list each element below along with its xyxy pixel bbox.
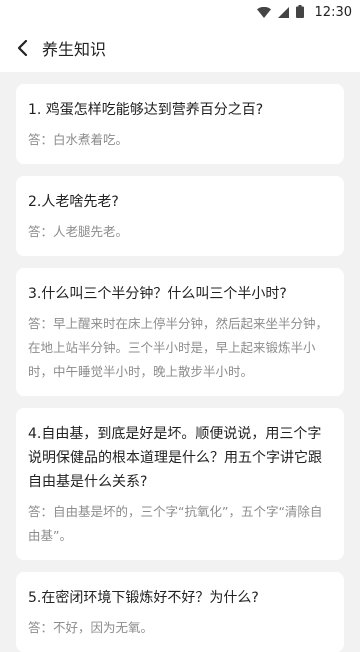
answer-text: 答：人老腿先老。 <box>28 224 129 239</box>
answer-text: 答：早上醒来时在床上停半分钟，然后起来坐半分钟，在地上站半分钟。三个半小时是，早… <box>28 316 329 379</box>
app-bar: 养生知识 <box>0 24 360 72</box>
answer-text: 答：不好，因为无氧。 <box>28 620 154 635</box>
answer-text: 答：自由基是坏的，三个字“抗氧化”，五个字“清除自由基”。 <box>28 504 323 543</box>
question-text: 4.自由基，到底是好是坏。顺便说说，用三个字说明保健品的根本道理是什么？用五个字… <box>28 426 322 490</box>
question-text: 5.在密闭环境下锻炼好不好？为什么? <box>28 590 259 606</box>
wifi-icon <box>256 3 271 22</box>
qa-list: 1. 鸡蛋怎样吃能够达到营养百分之百? 答：白水煮着吃。 2.人老啥先老? 答：… <box>0 84 360 652</box>
qa-card: 1. 鸡蛋怎样吃能够达到营养百分之百? 答：白水煮着吃。 <box>16 84 344 164</box>
qa-card: 5.在密闭环境下锻炼好不好？为什么? 答：不好，因为无氧。 <box>16 572 344 652</box>
signal-icon <box>277 3 289 22</box>
question-text: 1. 鸡蛋怎样吃能够达到营养百分之百? <box>28 102 264 118</box>
qa-card: 4.自由基，到底是好是坏。顺便说说，用三个字说明保健品的根本道理是什么？用五个字… <box>16 408 344 560</box>
status-icons: 12:30 <box>256 3 352 22</box>
page-title: 养生知识 <box>42 40 107 59</box>
chevron-left-icon <box>17 39 28 57</box>
question-text: 2.人老啥先老? <box>28 194 119 210</box>
qa-card: 3.什么叫三个半分钟？什么叫三个半小时? 答：早上醒来时在床上停半分钟，然后起来… <box>16 268 344 396</box>
battery-icon <box>295 3 304 22</box>
status-bar: 12:30 <box>0 0 360 24</box>
question-text: 3.什么叫三个半分钟？什么叫三个半小时? <box>28 286 287 302</box>
back-button[interactable] <box>10 36 34 60</box>
qa-card: 2.人老啥先老? 答：人老腿先老。 <box>16 176 344 256</box>
answer-text: 答：白水煮着吃。 <box>28 132 129 147</box>
status-time: 12:30 <box>314 4 352 20</box>
